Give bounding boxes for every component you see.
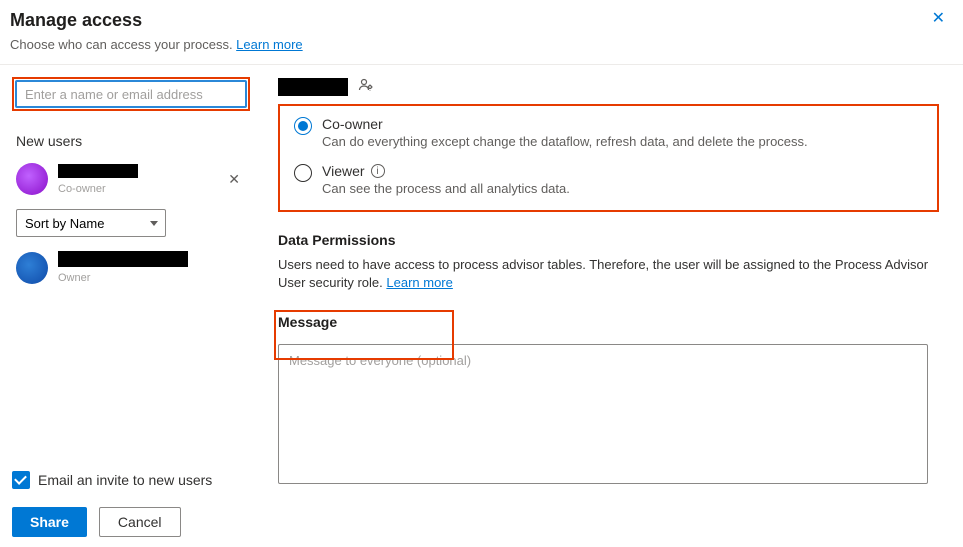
selected-user-name-redacted — [278, 78, 348, 96]
data-permissions-heading: Data Permissions — [278, 232, 939, 248]
perm-learn-more-link[interactable]: Learn more — [386, 275, 452, 290]
search-highlight — [12, 77, 250, 111]
role-text: Co-owner Can do everything except change… — [322, 116, 808, 149]
role-text: Viewer i Can see the process and all ana… — [322, 163, 570, 196]
dialog-body: New users Co-owner ✕ Sort by Name Owner — [0, 65, 963, 465]
info-icon[interactable]: i — [371, 164, 385, 178]
role-option-coowner[interactable]: Co-owner Can do everything except change… — [294, 116, 923, 149]
avatar — [16, 252, 48, 284]
user-role: Co-owner — [58, 183, 222, 195]
perm-text-body: Users need to have access to process adv… — [278, 257, 928, 290]
role-desc: Can do everything except change the data… — [322, 134, 808, 149]
role-option-viewer[interactable]: Viewer i Can see the process and all ana… — [294, 163, 923, 196]
role-desc: Can see the process and all analytics da… — [322, 181, 570, 196]
dialog-subtitle: Choose who can access your process. Lear… — [10, 37, 943, 52]
learn-more-link[interactable]: Learn more — [236, 37, 302, 52]
dialog-title: Manage access — [10, 10, 943, 31]
dialog-header: Manage access Choose who can access your… — [0, 0, 963, 64]
cancel-button[interactable]: Cancel — [99, 507, 181, 537]
radio-coowner[interactable] — [294, 117, 312, 135]
right-panel: Co-owner Can do everything except change… — [262, 65, 963, 465]
dialog-footer: Email an invite to new users Share Cance… — [12, 471, 212, 537]
message-block: Message — [278, 314, 939, 487]
message-textarea[interactable] — [278, 344, 928, 484]
selected-user-bar — [278, 77, 939, 96]
existing-user-row[interactable]: Owner — [12, 249, 250, 286]
button-row: Share Cancel — [12, 507, 212, 537]
user-info: Owner — [58, 251, 246, 284]
new-user-row[interactable]: Co-owner ✕ — [12, 161, 250, 197]
sort-dropdown[interactable]: Sort by Name — [16, 209, 166, 237]
person-role-icon — [358, 77, 374, 96]
roles-box: Co-owner Can do everything except change… — [278, 104, 939, 212]
new-users-label: New users — [16, 133, 250, 149]
share-button[interactable]: Share — [12, 507, 87, 537]
close-icon[interactable]: ✕ — [932, 8, 945, 28]
role-title: Viewer i — [322, 163, 570, 179]
avatar — [16, 163, 48, 195]
remove-user-icon[interactable]: ✕ — [222, 171, 246, 188]
role-title-text: Viewer — [322, 163, 365, 179]
left-panel: New users Co-owner ✕ Sort by Name Owner — [0, 65, 262, 465]
subtitle-text: Choose who can access your process. — [10, 37, 236, 52]
user-name-redacted — [58, 164, 138, 178]
sort-select[interactable]: Sort by Name — [16, 209, 166, 237]
message-heading: Message — [278, 314, 939, 330]
role-title: Co-owner — [322, 116, 808, 132]
user-search-input[interactable] — [15, 80, 247, 108]
email-invite-checkbox[interactable] — [12, 471, 30, 489]
data-permissions-text: Users need to have access to process adv… — [278, 256, 939, 292]
email-invite-label: Email an invite to new users — [38, 472, 212, 488]
radio-viewer[interactable] — [294, 164, 312, 182]
user-info: Co-owner — [58, 164, 222, 195]
email-invite-row[interactable]: Email an invite to new users — [12, 471, 212, 489]
user-role: Owner — [58, 272, 246, 284]
user-name-redacted — [58, 251, 188, 267]
